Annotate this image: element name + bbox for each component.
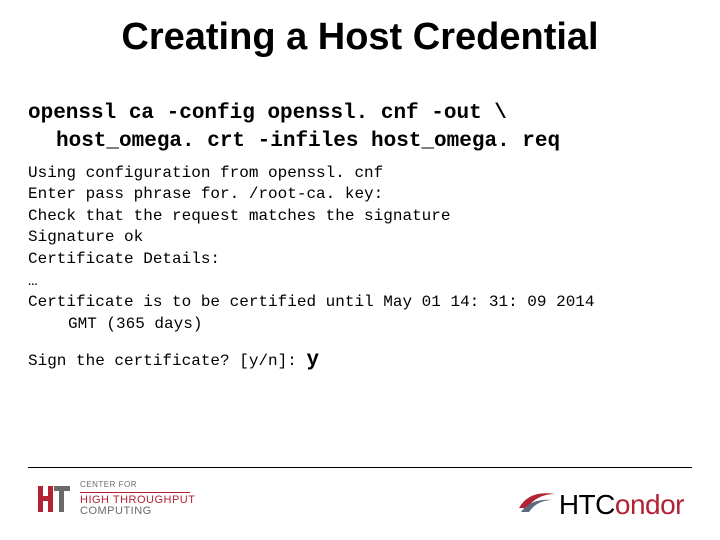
out-line: Check that the request matches the signa… bbox=[28, 206, 692, 228]
slide-content: openssl ca -config openssl. cnf -out \ h… bbox=[28, 100, 692, 372]
out-line: Signature ok bbox=[28, 227, 692, 249]
chtc-line3: COMPUTING bbox=[80, 506, 195, 517]
out-line: GMT (365 days) bbox=[28, 314, 692, 336]
ht-glyph-icon bbox=[36, 482, 70, 516]
shell-command: openssl ca -config openssl. cnf -out \ h… bbox=[28, 100, 692, 157]
out-line: Certificate is to be certified until May… bbox=[28, 292, 692, 314]
cmd-line-1: openssl ca -config openssl. cnf -out \ bbox=[28, 102, 507, 125]
prompt-answer: y bbox=[306, 349, 319, 372]
chtc-line1: CENTER FOR bbox=[80, 481, 195, 489]
out-line: Using configuration from openssl. cnf bbox=[28, 163, 692, 185]
out-line: Certificate Details: bbox=[28, 249, 692, 271]
condor-swoosh-icon bbox=[517, 488, 557, 522]
htc-part2: ondor bbox=[615, 489, 684, 520]
htc-part1: HTC bbox=[559, 489, 615, 520]
out-line: Enter pass phrase for. /root-ca. key: bbox=[28, 184, 692, 206]
slide-title: Creating a Host Credential bbox=[0, 16, 720, 59]
out-line: … bbox=[28, 271, 692, 293]
chtc-underline bbox=[80, 492, 190, 493]
cmd-line-2: host_omega. crt -infiles host_omega. req bbox=[28, 130, 560, 153]
chtc-text: CENTER FOR HIGH THROUGHPUT COMPUTING bbox=[80, 481, 195, 517]
chtc-logo: CENTER FOR HIGH THROUGHPUT COMPUTING bbox=[36, 479, 195, 519]
sign-prompt: Sign the certificate? [y/n]: y bbox=[28, 349, 692, 372]
htcondor-text: HTCondor bbox=[559, 489, 684, 521]
shell-output: Using configuration from openssl. cnfEnt… bbox=[28, 163, 692, 336]
footer-divider bbox=[28, 467, 692, 468]
prompt-question: Sign the certificate? [y/n]: bbox=[28, 352, 306, 370]
htcondor-logo: HTCondor bbox=[517, 488, 684, 522]
slide: Creating a Host Credential openssl ca -c… bbox=[0, 0, 720, 540]
